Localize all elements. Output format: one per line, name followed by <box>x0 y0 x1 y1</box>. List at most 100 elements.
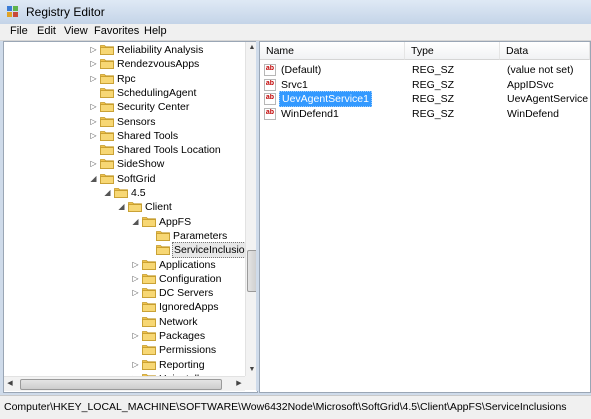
expand-arrow-icon[interactable]: ▷ <box>90 46 97 54</box>
tree-node-label[interactable]: Packages <box>158 329 206 343</box>
string-value-icon: ab <box>264 93 276 105</box>
folder-icon <box>100 58 114 70</box>
tree-horizontal-scroll-thumb[interactable] <box>20 379 222 390</box>
value-name[interactable]: UevAgentService1 <box>279 91 372 107</box>
tree-node-label[interactable]: 4.5 <box>130 186 147 200</box>
value-type: REG_SZ <box>412 93 455 105</box>
collapse-arrow-icon[interactable]: ◢ <box>90 174 97 182</box>
value-name[interactable]: WinDefend1 <box>279 107 341 121</box>
folder-icon <box>142 359 156 370</box>
folder-icon <box>100 87 114 98</box>
status-key-path: Computer\HKEY_LOCAL_MACHINE\SOFTWARE\Wow… <box>4 401 567 413</box>
tree-node-label[interactable]: Network <box>158 315 199 329</box>
tree-node-label[interactable]: Rpc <box>116 72 137 86</box>
status-bar: Computer\HKEY_LOCAL_MACHINE\SOFTWARE\Wow… <box>0 395 591 419</box>
menu-help[interactable]: Help <box>140 25 171 37</box>
tree-node-label[interactable]: Permissions <box>158 343 217 357</box>
expand-arrow-icon[interactable]: ▷ <box>132 260 139 268</box>
value-data: WinDefend <box>507 107 559 120</box>
column-header-type[interactable]: Type <box>405 42 500 60</box>
tree-node-label[interactable]: Reliability Analysis <box>116 43 204 57</box>
tree-node-label[interactable]: AppFS <box>158 215 192 229</box>
value-data: AppIDSvc <box>507 78 554 91</box>
tree-node-label[interactable]: Sensors <box>116 115 157 129</box>
value-type: REG_SZ <box>412 78 455 91</box>
expand-arrow-icon[interactable]: ▷ <box>90 117 97 125</box>
menu-favorites[interactable]: Favorites <box>90 25 143 37</box>
tree-node-label[interactable]: Security Center <box>116 100 190 114</box>
tree-node-label[interactable]: SoftGrid <box>116 172 157 186</box>
folder-icon <box>142 316 156 327</box>
tree-node-label[interactable]: SchedulingAgent <box>116 86 197 100</box>
folder-icon <box>142 301 156 313</box>
value-data: (value not set) <box>507 64 574 76</box>
value-row[interactable]: ab Srvc1 REG_SZ AppIDSvc <box>260 78 590 92</box>
folder-icon <box>142 273 156 284</box>
value-type: REG_SZ <box>412 64 455 76</box>
window-title: Registry Editor <box>26 5 105 19</box>
folder-icon <box>100 44 114 55</box>
tree-node-label[interactable]: IgnoredApps <box>158 300 220 314</box>
tree-node-label[interactable]: Client <box>144 200 173 214</box>
folder-icon <box>114 187 128 198</box>
value-row[interactable]: ab (Default) REG_SZ (value not set) <box>260 63 590 77</box>
scroll-left-icon[interactable]: ◀ <box>4 377 16 391</box>
tree-node-label[interactable]: DC Servers <box>158 286 214 300</box>
value-row[interactable]: ab UevAgentService1 REG_SZ UevAgentService <box>260 91 590 107</box>
collapse-arrow-icon[interactable]: ◢ <box>118 203 125 211</box>
column-header-data[interactable]: Data <box>500 42 590 60</box>
expand-arrow-icon[interactable]: ▷ <box>90 131 97 139</box>
tree-node-label[interactable]: Applications <box>158 258 217 272</box>
string-value-icon: ab <box>264 78 276 91</box>
folder-icon <box>100 158 114 170</box>
value-row[interactable]: ab WinDefend1 REG_SZ WinDefend <box>260 107 590 121</box>
folder-icon <box>142 330 156 341</box>
folder-icon <box>100 116 114 127</box>
tree-node-label[interactable]: Reporting <box>158 358 206 372</box>
folder-icon <box>156 244 170 256</box>
expand-arrow-icon[interactable]: ▷ <box>90 160 97 168</box>
scroll-right-icon[interactable]: ▶ <box>233 377 245 391</box>
title-bar[interactable]: Registry Editor <box>0 0 591 24</box>
registry-editor-window: Registry Editor File Edit View Favorites… <box>0 0 591 419</box>
tree-node-label[interactable]: Shared Tools Location <box>116 143 222 157</box>
tree-node-label[interactable]: Configuration <box>158 272 222 286</box>
folder-icon <box>142 216 156 227</box>
collapse-arrow-icon[interactable]: ◢ <box>104 189 111 197</box>
string-value-icon: ab <box>264 64 276 76</box>
expand-arrow-icon[interactable]: ▷ <box>132 274 139 282</box>
folder-icon <box>100 130 114 141</box>
folder-icon <box>100 101 114 113</box>
string-value-icon: ab <box>264 107 276 120</box>
column-header-name[interactable]: Name <box>260 42 405 60</box>
tree-node-label[interactable]: SideShow <box>116 157 165 171</box>
folder-icon <box>100 144 114 155</box>
tree-node-label[interactable]: Shared Tools <box>116 129 179 143</box>
values-list-pane[interactable]: Name Type Data ab (Default) REG_SZ (value n… <box>259 41 591 393</box>
folder-icon <box>142 287 156 298</box>
tree-node-label[interactable]: Parameters <box>172 229 228 243</box>
folder-icon <box>142 344 156 356</box>
expand-arrow-icon[interactable]: ▷ <box>132 360 139 368</box>
menu-file[interactable]: File <box>6 25 32 37</box>
tree-horizontal-scrollbar[interactable]: ◀ ▶ <box>4 376 245 391</box>
folder-icon <box>100 173 114 184</box>
expand-arrow-icon[interactable]: ▷ <box>90 74 97 82</box>
tree-node-label[interactable]: RendezvousApps <box>116 57 200 71</box>
menu-edit[interactable]: Edit <box>33 25 60 37</box>
value-name[interactable]: (Default) <box>279 63 323 77</box>
expand-arrow-icon[interactable]: ▷ <box>132 289 139 297</box>
collapse-arrow-icon[interactable]: ◢ <box>132 217 139 225</box>
value-data: UevAgentService <box>507 93 589 105</box>
registry-editor-icon <box>6 5 20 19</box>
menu-bar: File Edit View Favorites Help <box>0 24 591 41</box>
registry-tree-pane[interactable]: ▷ Reliability Analysis ▷ RendezvousApps ▷ Rpc… <box>3 41 258 393</box>
value-type: REG_SZ <box>412 107 455 120</box>
expand-arrow-icon[interactable]: ▷ <box>90 60 97 68</box>
folder-icon <box>156 230 170 241</box>
folder-icon <box>100 73 114 84</box>
value-name[interactable]: Srvc1 <box>279 78 310 92</box>
expand-arrow-icon[interactable]: ▷ <box>132 332 139 340</box>
menu-view[interactable]: View <box>60 25 92 37</box>
expand-arrow-icon[interactable]: ▷ <box>90 103 97 111</box>
